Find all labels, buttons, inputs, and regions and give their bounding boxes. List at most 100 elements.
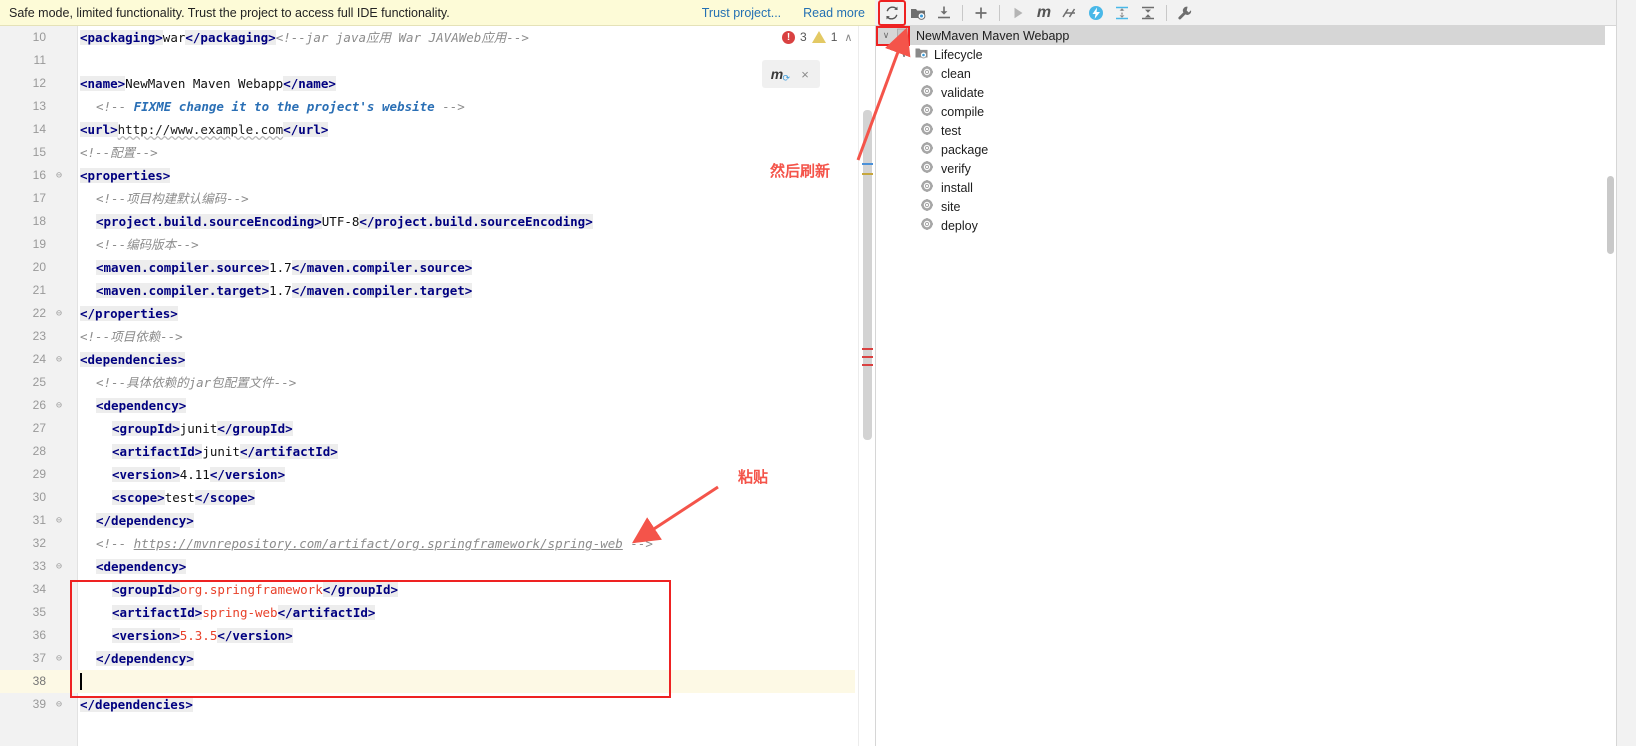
maven-goal-install[interactable]: install <box>876 178 1616 197</box>
code-line[interactable]: 11 <box>0 49 855 72</box>
add-plugin-button[interactable] <box>968 1 994 25</box>
download-sources-button[interactable] <box>931 1 957 25</box>
code-line[interactable]: 34 <groupId>org.springframework</groupId> <box>0 578 855 601</box>
code-line[interactable]: 18 <project.build.sourceEncoding>UTF-8</p… <box>0 210 855 233</box>
code-line[interactable]: 35 <artifactId>spring-web</artifactId> <box>0 601 855 624</box>
code-line[interactable]: 14 <url>http://www.example.com</url> <box>0 118 855 141</box>
code-line[interactable]: 19 <!--编码版本--> <box>0 233 855 256</box>
right-tool-strip[interactable] <box>1616 0 1636 746</box>
root-expander-icon[interactable]: ∨ <box>878 30 894 41</box>
code-token: </dependency> <box>96 513 194 528</box>
trust-project-link[interactable]: Trust project... <box>702 6 781 20</box>
scrollbar-marker-red-3 <box>862 364 873 366</box>
code-line[interactable]: 10 <packaging>war</packaging><!--jar java… <box>0 26 855 49</box>
tool-window-scrollbar-thumb[interactable] <box>1607 176 1614 254</box>
code-fold-toggle[interactable]: ⊖ <box>52 693 66 716</box>
code-line[interactable]: 24 ⊖ <dependencies> <box>0 348 855 371</box>
code-token: <groupId> <box>112 582 180 597</box>
maven-goal-site[interactable]: site <box>876 197 1616 216</box>
code-line[interactable]: 13 <!-- FIXME change it to the project's … <box>0 95 855 118</box>
code-line[interactable]: 30 <scope>test</scope> <box>0 486 855 509</box>
reload-all-maven-projects-button[interactable] <box>878 0 906 26</box>
toggle-skip-tests-button[interactable] <box>1057 1 1083 25</box>
read-more-link[interactable]: Read more <box>803 6 865 20</box>
goal-gear-icon <box>918 123 936 138</box>
code-line[interactable]: 32 <!-- https://mvnrepository.com/artifac… <box>0 532 855 555</box>
maven-reload-popup[interactable]: m ⟳ × <box>762 60 820 88</box>
code-fold-toggle[interactable]: ⊖ <box>52 302 66 325</box>
code-token: </maven.compiler.target> <box>291 283 473 298</box>
code-line[interactable]: 22 ⊖ </properties> <box>0 302 855 325</box>
maven-goal-validate[interactable]: validate <box>876 83 1616 102</box>
code-line[interactable]: 27 <groupId>junit</groupId> <box>0 417 855 440</box>
code-line[interactable]: 12 <name>NewMaven Maven Webapp</name> <box>0 72 855 95</box>
lifecycle-expander-icon[interactable]: ∨ <box>896 49 912 60</box>
execute-maven-goal-button[interactable]: m <box>1031 1 1057 25</box>
goal-gear-icon <box>918 218 936 233</box>
code-line[interactable]: 31 ⊖ </dependency> <box>0 509 855 532</box>
right-strip-tab[interactable] <box>1616 40 1636 52</box>
code-token: spring-web <box>202 605 278 620</box>
xml-editor[interactable]: 10 <packaging>war</packaging><!--jar java… <box>0 26 875 746</box>
code-line[interactable]: 38 <box>0 670 855 693</box>
add-maven-project-button[interactable] <box>905 1 931 25</box>
code-fold-toggle[interactable]: ⊖ <box>52 555 66 578</box>
code-line[interactable]: 25 <!--具体依赖的jar包配置文件--> <box>0 371 855 394</box>
maven-popup-refresh-badge: ⟳ <box>782 73 790 83</box>
line-number: 24 <box>32 352 46 366</box>
code-line[interactable]: 29 <version>4.11</version> <box>0 463 855 486</box>
editor-scrollbar-thumb[interactable] <box>863 110 872 440</box>
goal-gear-icon <box>918 104 936 119</box>
line-number: 32 <box>32 536 46 550</box>
code-line-text: <version>4.11</version> <box>112 463 286 486</box>
maven-popup-close-button[interactable]: × <box>792 67 818 82</box>
maven-tree-lifecycle-row[interactable]: ∨ Lifecycle <box>876 45 1616 64</box>
maven-goal-clean[interactable]: clean <box>876 64 1616 83</box>
code-line-text: <groupId>junit</groupId> <box>112 417 293 440</box>
code-line[interactable]: 39 ⊖ </dependencies> <box>0 693 855 716</box>
prev-problem-button[interactable]: ∧ <box>842 31 854 44</box>
maven-goal-test[interactable]: test <box>876 121 1616 140</box>
code-fold-toggle[interactable]: ⊖ <box>52 348 66 371</box>
code-line[interactable]: 36 <version>5.3.5</version> <box>0 624 855 647</box>
code-line[interactable]: 20 <maven.compiler.source>1.7</maven.comp… <box>0 256 855 279</box>
code-token: <scope> <box>112 490 165 505</box>
code-fold-toggle[interactable]: ⊖ <box>52 647 66 670</box>
collapse-all-button[interactable] <box>1135 1 1161 25</box>
code-fold-toggle[interactable]: ⊖ <box>52 394 66 417</box>
code-line[interactable]: 37 ⊖ </dependency> <box>0 647 855 670</box>
code-line[interactable]: 16 ⊖ <properties> <box>0 164 855 187</box>
run-maven-build-button[interactable] <box>1005 1 1031 25</box>
collapse-rows-icon <box>1142 6 1154 19</box>
code-line[interactable]: 17 <!--项目构建默认编码--> <box>0 187 855 210</box>
code-line[interactable]: 15 <!--配置--> <box>0 141 855 164</box>
maven-goal-verify[interactable]: verify <box>876 159 1616 178</box>
maven-goal-compile[interactable]: compile <box>876 102 1616 121</box>
editor-scrollbar[interactable] <box>858 26 875 746</box>
maven-goal-deploy[interactable]: deploy <box>876 216 1616 235</box>
maven-tree-root-row[interactable]: ∨ m NewMaven Maven Webapp <box>876 26 1616 45</box>
code-line[interactable]: 21 <maven.compiler.target>1.7</maven.comp… <box>0 279 855 302</box>
code-line[interactable]: 28 <artifactId>junit</artifactId> <box>0 440 855 463</box>
maven-goal-label: site <box>941 199 961 214</box>
code-line-text: <!--编码版本--> <box>96 233 199 256</box>
code-line[interactable]: 33 ⊖ <dependency> <box>0 555 855 578</box>
code-fold-toggle[interactable]: ⊖ <box>52 509 66 532</box>
code-token: <dependency> <box>96 398 187 413</box>
editor-code-area[interactable]: 10 <packaging>war</packaging><!--jar java… <box>0 26 855 746</box>
code-line[interactable]: 26 ⊖ <dependency> <box>0 394 855 417</box>
goal-gear-icon <box>918 199 936 214</box>
toggle-offline-mode-button[interactable] <box>1083 1 1109 25</box>
maven-settings-button[interactable] <box>1172 1 1198 25</box>
code-fold-toggle[interactable]: ⊖ <box>52 164 66 187</box>
tool-window-scrollbar[interactable] <box>1605 26 1616 746</box>
show-dependencies-button[interactable] <box>1109 1 1135 25</box>
line-number: 17 <box>32 191 46 205</box>
line-number: 13 <box>32 99 46 113</box>
maven-goal-package[interactable]: package <box>876 140 1616 159</box>
code-token: </groupId> <box>217 421 293 436</box>
maven-reload-popup-icon[interactable]: m ⟳ <box>762 66 792 83</box>
code-line[interactable]: 23 <!--项目依赖--> <box>0 325 855 348</box>
code-token: </dependency> <box>96 651 194 666</box>
code-token: <project.build.sourceEncoding> <box>96 214 322 229</box>
